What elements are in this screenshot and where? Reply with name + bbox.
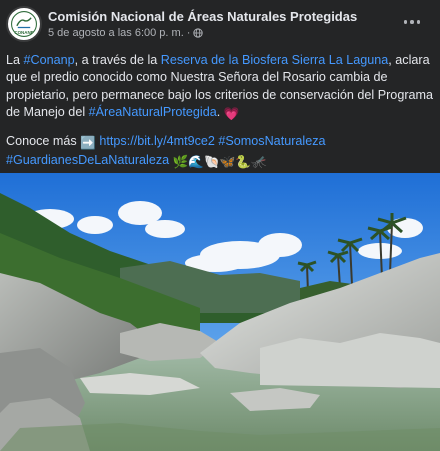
hashtag-guardianes-de-la-naturaleza[interactable]: #GuardianesDeLaNaturaleza: [6, 153, 169, 167]
reserve-page-link[interactable]: Reserva de la Biosfera Sierra La Laguna: [161, 53, 389, 67]
more-options-button[interactable]: [398, 10, 426, 34]
short-url-link[interactable]: https://bit.ly/4mt9ce2: [99, 134, 215, 148]
facebook-post: CONANP Comisión Nacional de Áreas Natura…: [0, 0, 440, 451]
hashtag-somos-naturaleza[interactable]: #SomosNaturaleza: [218, 134, 325, 148]
post-photo[interactable]: [0, 173, 440, 451]
meta-separator: ·: [186, 27, 191, 39]
hashtag-conanp[interactable]: #Conanp: [24, 53, 75, 67]
post-paragraph-1: La #Conanp, a través de la Reserva de la…: [6, 52, 436, 124]
more-options-icon: [403, 20, 408, 24]
page-name[interactable]: Comisión Nacional de Áreas Naturales Pro…: [48, 9, 357, 24]
page-avatar[interactable]: CONANP: [6, 6, 42, 42]
heart-emoji-icon: 💗: [223, 107, 240, 122]
avatar-text: CONANP: [14, 30, 33, 35]
globe-icon: [193, 28, 204, 38]
post-header: CONANP Comisión Nacional de Áreas Natura…: [0, 0, 440, 46]
post-meta: 5 de agosto a las 6:00 p. m. ·: [48, 27, 204, 39]
post-timestamp[interactable]: 5 de agosto a las 6:00 p. m.: [48, 27, 184, 39]
landscape-photo: [0, 173, 440, 451]
post-text: La #Conanp, a través de la Reserva de la…: [6, 52, 436, 171]
nature-emojis-icon: 🌿🌊🐚🦋🐍🦟: [172, 155, 267, 170]
post-paragraph-2: Conoce más ➡️ https://bit.ly/4mt9ce2 #So…: [6, 133, 436, 172]
conanp-logo-icon: CONANP: [8, 8, 40, 40]
arrow-right-emoji-icon: ➡️: [80, 135, 96, 150]
hashtag-area-natural-protegida[interactable]: #ÁreaNaturalProtegida: [89, 105, 217, 119]
